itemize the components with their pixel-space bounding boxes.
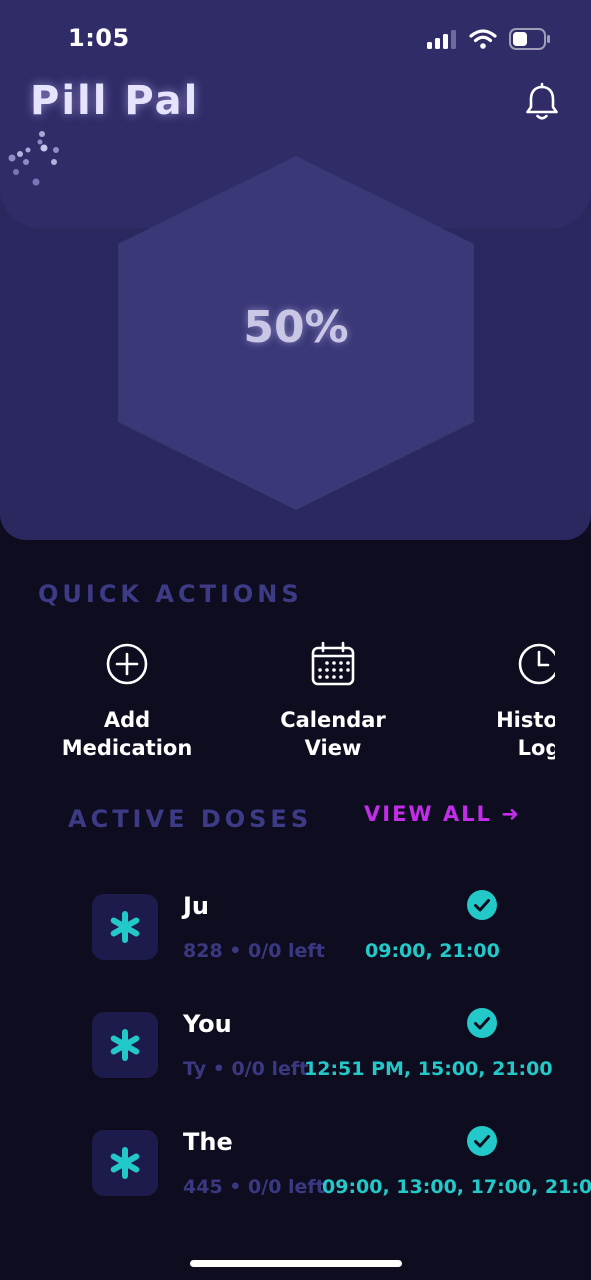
check-circle-icon [467,890,497,920]
status-icons [427,28,551,50]
quick-actions-title: QUICK ACTIONS [38,580,303,608]
dose-item[interactable]: The 445 • 0/0 left 09:00, 13:00, 17:00, … [92,1126,591,1202]
history-log-button[interactable]: History Log [454,640,555,762]
calendar-view-label: Calendar View [280,708,386,760]
dose-times: 09:00, 21:00 [365,940,500,962]
wifi-icon [469,29,497,49]
dose-times: 09:00, 13:00, 17:00, 21:00 [322,1176,591,1198]
asterisk-icon [110,1147,140,1179]
dose-item[interactable]: You Ty • 0/0 left 12:51 PM, 15:00, 21:00 [92,1008,591,1084]
app-title: Pill Pal [30,78,200,124]
dose-name: Ju [183,892,210,920]
add-medication-label: Add Medication [61,708,193,760]
calendar-icon [311,641,355,686]
cellular-signal-icon [427,30,456,49]
asterisk-icon [110,1029,140,1061]
history-log-clip: History Log [454,640,555,780]
dose-details: 828 • 0/0 left [183,940,325,962]
dose-item[interactable]: Ju 828 • 0/0 left 09:00, 21:00 [92,890,591,966]
dose-name: You [183,1010,232,1038]
status-time: 1:05 [68,24,130,52]
plus-circle-icon [106,643,148,685]
active-doses-list: Ju 828 • 0/0 left 09:00, 21:00 You Ty • … [0,880,591,1230]
check-circle-icon [467,1008,497,1038]
dose-badge [92,1130,158,1196]
add-medication-button[interactable]: Add Medication [42,640,212,762]
dose-badge [92,1012,158,1078]
view-all-link[interactable]: VIEW ALL ➜ [364,802,521,826]
dose-times: 12:51 PM, 15:00, 21:00 [304,1058,553,1080]
history-log-label: History Log [496,708,555,760]
check-circle-icon [467,1126,497,1156]
asterisk-icon [110,911,140,943]
home-indicator[interactable] [190,1260,402,1267]
progress-percent: 50% [243,302,349,353]
dose-badge [92,894,158,960]
active-doses-title: ACTIVE DOSES [68,805,313,833]
dose-name: The [183,1128,233,1156]
dose-details: Ty • 0/0 left [183,1058,309,1080]
dose-details: 445 • 0/0 left [183,1176,325,1198]
battery-icon [509,28,550,50]
sparkle-dots-decoration [8,131,59,186]
bell-icon[interactable] [524,82,560,122]
clock-icon [518,643,555,685]
calendar-view-button[interactable]: Calendar View [248,640,418,762]
